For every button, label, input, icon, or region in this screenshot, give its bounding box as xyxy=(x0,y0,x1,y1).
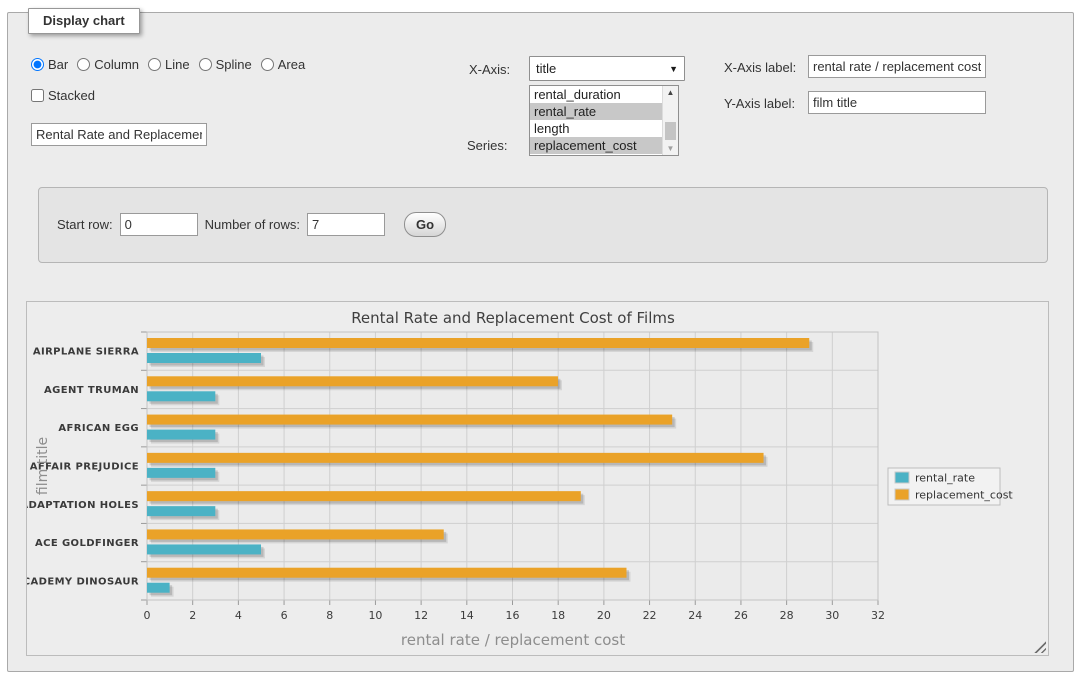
radio-line[interactable] xyxy=(148,58,161,71)
scroll-down-icon[interactable]: ▼ xyxy=(663,142,678,155)
bar-replacement_cost xyxy=(147,529,444,539)
bar-replacement_cost xyxy=(147,491,581,501)
bar-rental_rate xyxy=(147,430,215,440)
x-tick-label: 12 xyxy=(414,609,428,622)
scrollbar-thumb[interactable] xyxy=(665,122,676,140)
series-listbox[interactable]: rental_durationrental_ratelengthreplacem… xyxy=(529,85,679,156)
series-option-rental_rate[interactable]: rental_rate xyxy=(530,103,662,120)
radio-spline-label: Spline xyxy=(216,57,252,72)
y-tick-label: ACE GOLDFINGER xyxy=(35,538,139,549)
fieldset-legend: Display chart xyxy=(28,8,140,34)
num-rows-label: Number of rows: xyxy=(205,217,300,232)
y-tick-label: AIRPLANE SIERRA xyxy=(33,347,139,358)
page: Display chart Bar Column Line Spline Are… xyxy=(0,0,1081,681)
bar-replacement_cost xyxy=(147,415,672,425)
y-axis-label-input[interactable] xyxy=(808,91,986,114)
chart-title-input[interactable] xyxy=(31,123,207,146)
radio-area-label: Area xyxy=(278,57,305,72)
radio-bar[interactable] xyxy=(31,58,44,71)
radio-area[interactable] xyxy=(261,58,274,71)
y-axis-label-label: Y-Axis label: xyxy=(724,96,795,111)
bar-replacement_cost xyxy=(147,453,764,463)
y-axis-title: film title xyxy=(35,437,51,495)
x-tick-label: 2 xyxy=(189,609,196,622)
radio-bar-label: Bar xyxy=(48,57,68,72)
chart-type-radios: Bar Column Line Spline Area xyxy=(31,57,305,72)
radio-line-label: Line xyxy=(165,57,190,72)
chart-type-bar[interactable]: Bar xyxy=(31,57,68,72)
bar-rental_rate xyxy=(147,391,215,401)
radio-column[interactable] xyxy=(77,58,90,71)
x-tick-label: 18 xyxy=(551,609,565,622)
x-tick-label: 28 xyxy=(780,609,794,622)
x-axis-select[interactable]: title ▼ xyxy=(529,56,685,81)
radio-spline[interactable] xyxy=(199,58,212,71)
series-listbox-label: Series: xyxy=(467,138,507,153)
stacked-label: Stacked xyxy=(48,88,95,103)
bar-chart: 02468101214161820222426283032AIRPLANE SI… xyxy=(27,302,1048,655)
x-axis-select-label: X-Axis: xyxy=(469,62,510,77)
display-chart-fieldset: Display chart Bar Column Line Spline Are… xyxy=(7,12,1074,672)
series-option-replacement_cost[interactable]: replacement_cost xyxy=(530,137,662,154)
x-tick-label: 8 xyxy=(326,609,333,622)
bar-rental_rate xyxy=(147,544,261,554)
chevron-down-icon: ▼ xyxy=(669,64,678,74)
series-option-rental_duration[interactable]: rental_duration xyxy=(530,86,662,103)
x-tick-label: 10 xyxy=(368,609,382,622)
scroll-up-icon[interactable]: ▲ xyxy=(663,86,678,99)
rows-panel-controls: Start row: Number of rows: Go xyxy=(57,212,446,237)
num-rows-input[interactable] xyxy=(307,213,385,236)
bar-replacement_cost xyxy=(147,376,558,386)
stacked-checkbox[interactable] xyxy=(31,89,44,102)
legend-label-replacement_cost: replacement_cost xyxy=(915,489,1013,502)
x-tick-label: 24 xyxy=(688,609,702,622)
bar-rental_rate xyxy=(147,468,215,478)
bar-rental_rate xyxy=(147,506,215,516)
x-axis-label-label: X-Axis label: xyxy=(724,60,796,75)
bar-rental_rate xyxy=(147,583,170,593)
series-option-length[interactable]: length xyxy=(530,120,662,137)
stacked-checkbox-row[interactable]: Stacked xyxy=(31,88,95,103)
x-tick-label: 14 xyxy=(460,609,474,622)
chart-type-area[interactable]: Area xyxy=(261,57,305,72)
chart-title: Rental Rate and Replacement Cost of Film… xyxy=(351,309,675,327)
bar-replacement_cost xyxy=(147,568,626,578)
bar-rental_rate xyxy=(147,353,261,363)
x-tick-label: 16 xyxy=(506,609,520,622)
radio-column-label: Column xyxy=(94,57,139,72)
x-tick-label: 4 xyxy=(235,609,242,622)
y-tick-label: AFRICAN EGG xyxy=(58,423,139,434)
x-tick-label: 26 xyxy=(734,609,748,622)
legend-label-rental_rate: rental_rate xyxy=(915,472,975,485)
legend-swatch-rental_rate xyxy=(895,472,909,483)
series-options: rental_durationrental_ratelengthreplacem… xyxy=(530,86,662,155)
y-tick-label: ACADEMY DINOSAUR xyxy=(27,576,139,587)
x-axis-selected-value: title xyxy=(536,61,556,76)
go-button[interactable]: Go xyxy=(404,212,446,237)
x-axis-label-input[interactable] xyxy=(808,55,986,78)
x-tick-label: 6 xyxy=(281,609,288,622)
legend-swatch-replacement_cost xyxy=(895,489,909,500)
y-tick-label: AGENT TRUMAN xyxy=(44,385,139,396)
x-tick-label: 30 xyxy=(825,609,839,622)
start-row-label: Start row: xyxy=(57,217,113,232)
listbox-scrollbar[interactable]: ▲ ▼ xyxy=(662,86,678,155)
x-tick-label: 20 xyxy=(597,609,611,622)
chart-type-spline[interactable]: Spline xyxy=(199,57,252,72)
x-tick-label: 0 xyxy=(144,609,151,622)
y-tick-label: ADAPTATION HOLES xyxy=(27,500,139,511)
chart-panel: 02468101214161820222426283032AIRPLANE SI… xyxy=(26,301,1049,656)
chart-type-line[interactable]: Line xyxy=(148,57,190,72)
start-row-input[interactable] xyxy=(120,213,198,236)
x-axis-title: rental rate / replacement cost xyxy=(401,631,625,649)
x-tick-label: 22 xyxy=(643,609,657,622)
x-tick-label: 32 xyxy=(871,609,885,622)
chart-type-column[interactable]: Column xyxy=(77,57,139,72)
rows-panel: Start row: Number of rows: Go xyxy=(38,187,1048,263)
bar-replacement_cost xyxy=(147,338,809,348)
